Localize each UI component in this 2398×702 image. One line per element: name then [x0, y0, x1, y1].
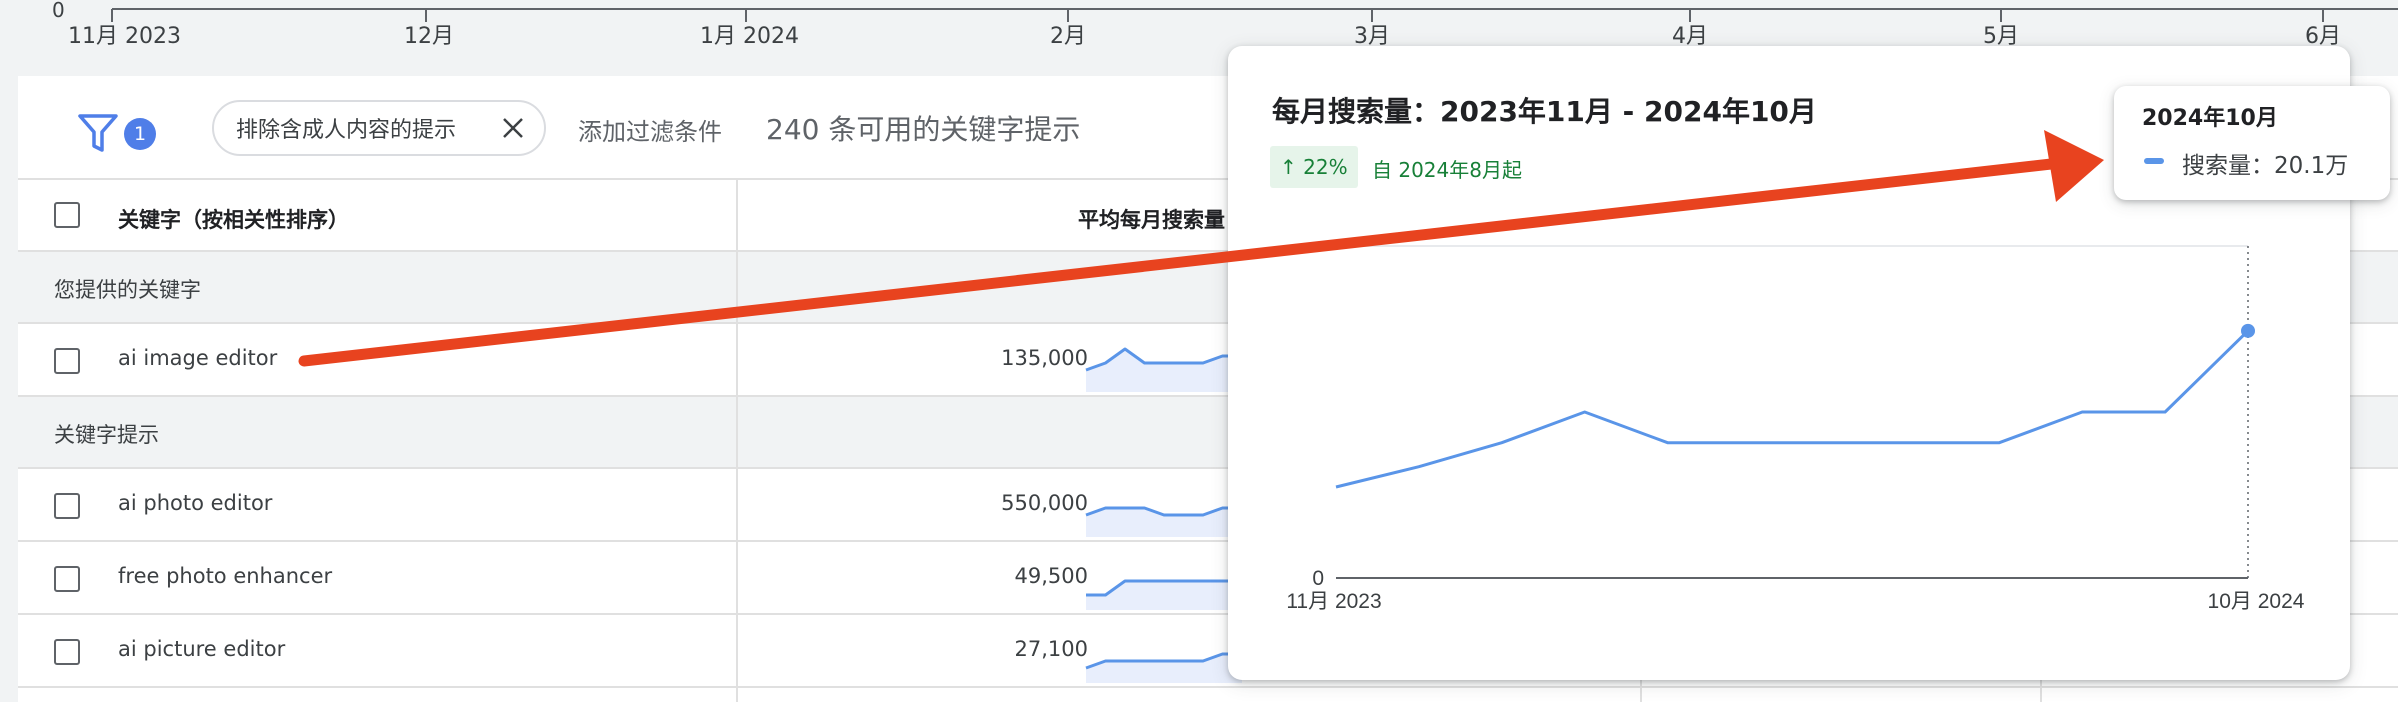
keyword-count-text: 240 条可用的关键字提示 — [766, 113, 1081, 146]
filter-count-badge: 1 — [124, 118, 156, 150]
filter-chip-label: 排除含成人内容的提示 — [236, 118, 457, 143]
trend-sparkline — [1085, 652, 1242, 683]
keyword-text: ai photo editor — [118, 491, 273, 515]
keyword-text: free photo enhancer — [118, 564, 333, 588]
sparkline-area — [1086, 654, 1242, 683]
filter-button[interactable]: 1 — [76, 98, 156, 158]
chart-y-tick-label: 0 — [1312, 567, 1324, 590]
trend-sparkline — [1085, 347, 1242, 392]
group-label: 关键字提示 — [54, 423, 159, 447]
select-all-checkbox[interactable] — [54, 202, 80, 228]
tooltip-series-swatch — [2144, 158, 2164, 164]
row-checkbox[interactable] — [54, 348, 80, 374]
sparkline-area — [1086, 581, 1242, 610]
column-header-avg-monthly[interactable]: 平均每月搜索量 — [1078, 204, 1225, 234]
keyword-volume: 49,500 — [1014, 564, 1088, 588]
keyword-volume: 550,000 — [1001, 491, 1088, 515]
group-label: 您提供的关键字 — [54, 278, 201, 302]
timeline-month-label: 1月 2024 — [700, 24, 799, 49]
keyword-text: ai picture editor — [118, 637, 286, 661]
filter-chip-exclude-adult[interactable]: 排除含成人内容的提示 — [212, 100, 546, 156]
timeline-month-label: 2月 — [1050, 24, 1086, 49]
sparkline-area — [1086, 508, 1242, 537]
timeline-month-label: 12月 — [404, 24, 454, 49]
row-checkbox[interactable] — [54, 566, 80, 592]
keyword-volume: 27,100 — [1014, 637, 1088, 661]
chart-series-line — [1335, 329, 2250, 489]
tooltip-date: 2024年10月 — [2142, 106, 2278, 131]
chart-x-tick-label: 11月 2023 — [1286, 590, 1381, 613]
chart-tooltip: 2024年10月 搜索量：20.1万 — [2114, 86, 2390, 200]
timeline-month-label: 11月 2023 — [68, 24, 181, 49]
chart-x-tick-label: 10月 2024 — [2208, 590, 2305, 613]
column-divider — [736, 178, 738, 702]
close-icon[interactable] — [500, 115, 526, 141]
sparkline-area — [1086, 349, 1242, 392]
row-checkbox[interactable] — [54, 639, 80, 665]
add-filter-button[interactable]: 添加过滤条件 — [578, 112, 722, 147]
timeline-zero-label: 0 — [52, 0, 65, 22]
trend-sparkline — [1085, 506, 1242, 537]
column-header-keyword[interactable]: 关键字（按相关性排序） — [118, 204, 349, 234]
keyword-volume: 135,000 — [1001, 346, 1088, 370]
tooltip-value: 搜索量：20.1万 — [2182, 153, 2349, 179]
row-checkbox[interactable] — [54, 493, 80, 519]
chart-highlight-point — [2241, 323, 2255, 338]
keyword-text: ai image editor — [118, 346, 278, 370]
trend-sparkline — [1086, 579, 1242, 610]
